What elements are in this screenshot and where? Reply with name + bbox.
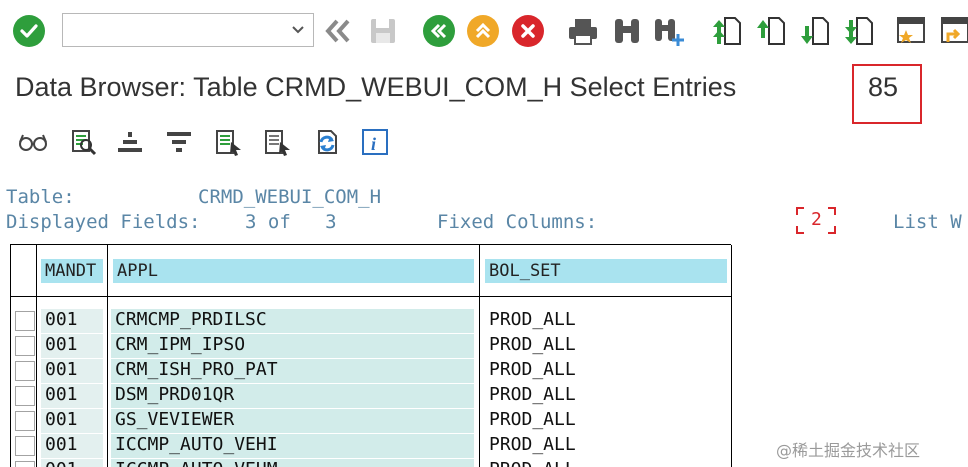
table-row[interactable]: 001 CRM_IPM_IPSO PROD_ALL bbox=[11, 333, 732, 358]
cell-bol-set: PROD_ALL bbox=[485, 459, 728, 467]
row-select-checkbox[interactable] bbox=[15, 461, 35, 467]
cell-mandt: 001 bbox=[41, 359, 103, 383]
table-row[interactable]: 001 ICCMP_AUTO_VEHI PROD_ALL bbox=[11, 433, 732, 458]
displayed-fields-label: Displayed Fields: bbox=[6, 211, 201, 233]
first-page-icon[interactable] bbox=[710, 14, 744, 48]
filter-icon[interactable] bbox=[162, 126, 196, 158]
create-session-icon[interactable] bbox=[894, 14, 928, 48]
cell-appl: CRM_ISH_PRO_PAT bbox=[111, 359, 474, 383]
list-width-label: List W bbox=[893, 211, 962, 233]
cell-appl: CRMCMP_PRDILSC bbox=[111, 309, 474, 333]
cell-bol-set: PROD_ALL bbox=[485, 359, 728, 383]
back-icon[interactable] bbox=[422, 14, 456, 48]
svg-text:i: i bbox=[371, 134, 376, 154]
enter-icon[interactable] bbox=[12, 14, 46, 48]
system-toolbar bbox=[0, 0, 968, 68]
cell-mandt: 001 bbox=[41, 434, 103, 458]
cell-mandt: 001 bbox=[41, 334, 103, 358]
table-name: CRMD_WEBUI_COM_H bbox=[198, 186, 382, 208]
watermark: @稀土掘金技术社区 bbox=[776, 441, 921, 460]
column-header-appl[interactable]: APPL bbox=[113, 259, 474, 283]
refresh-icon[interactable] bbox=[309, 126, 343, 158]
display-icon[interactable] bbox=[16, 126, 50, 158]
back-double-icon[interactable] bbox=[320, 14, 354, 48]
chevron-down-icon[interactable] bbox=[291, 22, 305, 36]
command-input[interactable] bbox=[63, 14, 283, 46]
cell-mandt: 001 bbox=[41, 409, 103, 433]
cell-bol-set: PROD_ALL bbox=[485, 384, 728, 408]
cell-mandt: 001 bbox=[41, 459, 103, 467]
previous-page-icon[interactable] bbox=[754, 14, 788, 48]
row-select-checkbox[interactable] bbox=[15, 386, 35, 406]
cell-appl: CRM_IPM_IPSO bbox=[111, 334, 474, 358]
find-icon[interactable] bbox=[610, 14, 644, 48]
data-table: MANDT APPL BOL_SET 001 CRMCMP_PRDILSC PR… bbox=[10, 244, 732, 467]
print-icon[interactable] bbox=[566, 14, 600, 48]
deselect-icon[interactable] bbox=[260, 126, 294, 158]
check-table-icon[interactable] bbox=[66, 126, 100, 158]
last-page-icon[interactable] bbox=[842, 14, 876, 48]
column-header-mandt[interactable]: MANDT bbox=[41, 259, 103, 283]
cell-appl: GS_VEVIEWER bbox=[111, 409, 474, 433]
shortcut-icon[interactable] bbox=[938, 14, 968, 48]
cell-mandt: 001 bbox=[41, 309, 103, 333]
fixed-columns-label: Fixed Columns: bbox=[437, 211, 598, 233]
displayed-fields-value: 3 of 3 bbox=[245, 211, 337, 233]
table-row[interactable]: 001 CRMCMP_PRDILSC PROD_ALL bbox=[11, 308, 732, 333]
table-row[interactable]: 001 GS_VEVIEWER PROD_ALL bbox=[11, 408, 732, 433]
table-row[interactable]: 001 ICCMP_AUTO_VEHM PROD_ALL bbox=[11, 458, 732, 467]
cell-bol-set: PROD_ALL bbox=[485, 409, 728, 433]
save-icon[interactable] bbox=[366, 14, 400, 48]
row-select-checkbox[interactable] bbox=[15, 311, 35, 331]
row-select-checkbox[interactable] bbox=[15, 411, 35, 431]
next-page-icon[interactable] bbox=[798, 14, 832, 48]
table-label: Table: bbox=[6, 186, 75, 208]
page-title: Data Browser: Table CRMD_WEBUI_COM_H Sel… bbox=[15, 72, 737, 102]
table-row[interactable]: 001 DSM_PRD01QR PROD_ALL bbox=[11, 383, 732, 408]
cancel-icon[interactable] bbox=[511, 14, 545, 48]
cell-mandt: 001 bbox=[41, 384, 103, 408]
cell-appl: ICCMP_AUTO_VEHI bbox=[111, 434, 474, 458]
column-header-bol-set[interactable]: BOL_SET bbox=[485, 259, 727, 283]
fixed-columns-value[interactable]: 2 bbox=[811, 209, 822, 230]
select-all-icon[interactable] bbox=[211, 126, 245, 158]
cell-bol-set: PROD_ALL bbox=[485, 309, 728, 333]
cell-bol-set: PROD_ALL bbox=[485, 334, 728, 358]
sort-ascending-icon[interactable] bbox=[113, 126, 147, 158]
row-select-checkbox[interactable] bbox=[15, 336, 35, 356]
entry-count: 85 bbox=[868, 72, 899, 102]
cell-appl: ICCMP_AUTO_VEHM bbox=[111, 459, 474, 467]
information-icon[interactable]: i bbox=[358, 126, 392, 158]
exit-icon[interactable] bbox=[466, 14, 500, 48]
cell-bol-set: PROD_ALL bbox=[485, 434, 728, 458]
command-field[interactable] bbox=[62, 13, 314, 47]
cell-appl: DSM_PRD01QR bbox=[111, 384, 474, 408]
find-next-icon[interactable] bbox=[652, 14, 686, 48]
row-select-checkbox[interactable] bbox=[15, 361, 35, 381]
row-select-checkbox[interactable] bbox=[15, 436, 35, 456]
table-row[interactable]: 001 CRM_ISH_PRO_PAT PROD_ALL bbox=[11, 358, 732, 383]
